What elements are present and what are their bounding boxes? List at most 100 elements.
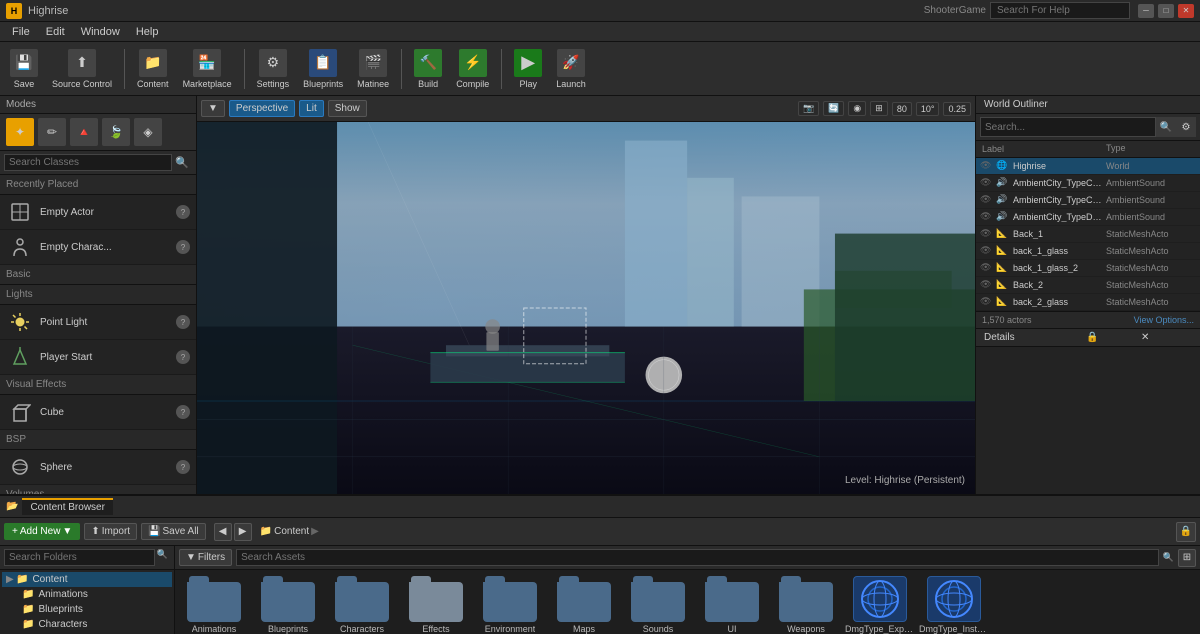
- filters-button[interactable]: ▼ Filters: [179, 549, 232, 566]
- tree-item-characters[interactable]: 📁 Characters: [2, 617, 172, 632]
- nav-forward-button[interactable]: ▶: [234, 523, 252, 541]
- cube-item[interactable]: Cube ?: [0, 395, 196, 430]
- outliner-row-back2glass[interactable]: 👁 📐 back_2_glass StaticMeshActo: [976, 294, 1200, 311]
- asset-environment[interactable]: Environment: [475, 574, 545, 634]
- tree-item-blueprints[interactable]: 📁 Blueprints: [2, 602, 172, 617]
- viewport[interactable]: X Y Z Level: Highrise (Persistent): [197, 122, 975, 494]
- visual-effects-section[interactable]: Visual Effects: [0, 375, 196, 395]
- menu-edit[interactable]: Edit: [38, 24, 73, 40]
- marketplace-button[interactable]: 🏪 Marketplace: [177, 46, 238, 92]
- recently-placed-section[interactable]: Recently Placed: [0, 175, 196, 195]
- asset-blueprints[interactable]: Blueprints: [253, 574, 323, 634]
- eye-icon[interactable]: 👁: [980, 160, 994, 172]
- perspective-button[interactable]: Perspective: [229, 100, 295, 117]
- vp-scale-control[interactable]: 0.25: [943, 102, 971, 116]
- player-start-info[interactable]: ?: [176, 350, 190, 364]
- minimize-button[interactable]: ─: [1138, 4, 1154, 18]
- assets-search-input[interactable]: [236, 549, 1159, 566]
- eye-icon[interactable]: 👁: [980, 194, 994, 206]
- eye-icon[interactable]: 👁: [980, 177, 994, 189]
- outliner-settings-icon[interactable]: ⚙: [1176, 117, 1196, 137]
- outliner-row-highrise[interactable]: 👁 🌐 Highrise World: [976, 158, 1200, 175]
- save-all-button[interactable]: 💾 Save All: [141, 523, 206, 540]
- outliner-row-back1glass2[interactable]: 👁 📐 back_1_glass_2 StaticMeshActo: [976, 260, 1200, 277]
- bsp-section[interactable]: BSP: [0, 430, 196, 450]
- tree-item-animations[interactable]: 📁 Animations: [2, 587, 172, 602]
- empty-actor-info[interactable]: ?: [176, 205, 190, 219]
- menu-file[interactable]: File: [4, 24, 38, 40]
- asset-dmgtype-instant[interactable]: DmgType_Instant: [919, 574, 989, 634]
- outliner-row-ambient1[interactable]: 👁 🔊 AmbientCity_TypeC_Stereo AmbientSoun…: [976, 175, 1200, 192]
- launch-button[interactable]: 🚀 Launch: [550, 46, 592, 92]
- foliage-mode-icon[interactable]: 🍃: [102, 118, 130, 146]
- volumes-section[interactable]: Volumes: [0, 485, 196, 494]
- asset-dmgtype-explosion[interactable]: DmgType_Explosion: [845, 574, 915, 634]
- outliner-search-input[interactable]: [980, 117, 1156, 137]
- compile-button[interactable]: ⚡ Compile: [450, 46, 495, 92]
- content-browser-tab[interactable]: Content Browser: [22, 498, 112, 515]
- import-button[interactable]: ⬆ Import: [84, 523, 137, 540]
- place-mode-icon[interactable]: ✦: [6, 118, 34, 146]
- point-light-info[interactable]: ?: [176, 315, 190, 329]
- eye-icon-6[interactable]: 👁: [980, 262, 994, 274]
- asset-animations[interactable]: Animations: [179, 574, 249, 634]
- vp-control-6[interactable]: 10°: [916, 102, 940, 116]
- eye-icon-7[interactable]: 👁: [980, 279, 994, 291]
- landscape-mode-icon[interactable]: 🔺: [70, 118, 98, 146]
- tree-item-content[interactable]: ▶ 📁 Content: [2, 572, 172, 587]
- basic-section[interactable]: Basic: [0, 265, 196, 285]
- eye-icon-5[interactable]: 👁: [980, 245, 994, 257]
- empty-character-item[interactable]: Empty Charac... ?: [0, 230, 196, 265]
- lights-section[interactable]: Lights: [0, 285, 196, 305]
- matinee-button[interactable]: 🎬 Matinee: [351, 46, 395, 92]
- source-control-button[interactable]: ⬆ Source Control: [46, 46, 118, 92]
- empty-character-info[interactable]: ?: [176, 240, 190, 254]
- maximize-button[interactable]: □: [1158, 4, 1174, 18]
- play-button[interactable]: ▶ Play: [508, 46, 548, 92]
- blueprints-button[interactable]: 📋 Blueprints: [297, 46, 349, 92]
- details-close-icon[interactable]: ✕: [1141, 332, 1192, 343]
- outliner-row-back2[interactable]: 👁 📐 Back_2 StaticMeshActo: [976, 277, 1200, 294]
- asset-characters[interactable]: Characters: [327, 574, 397, 634]
- show-button[interactable]: Show: [328, 100, 367, 117]
- menu-help[interactable]: Help: [128, 24, 167, 40]
- outliner-row-ambient2[interactable]: 👁 🔊 AmbientCity_TypeC_Stereo_{Amb... Amb…: [976, 192, 1200, 209]
- nav-back-button[interactable]: ◀: [214, 523, 232, 541]
- outliner-row-back1glass[interactable]: 👁 📐 back_1_glass StaticMeshActo: [976, 243, 1200, 260]
- search-folders-input[interactable]: [4, 549, 155, 566]
- assets-view-icon[interactable]: ⊞: [1178, 549, 1196, 567]
- asset-effects[interactable]: Effects: [401, 574, 471, 634]
- vp-control-3[interactable]: ◉: [848, 101, 866, 116]
- sphere-item[interactable]: Sphere ?: [0, 450, 196, 485]
- outliner-row-back1[interactable]: 👁 📐 Back_1 StaticMeshActo: [976, 226, 1200, 243]
- vp-control-1[interactable]: 📷: [798, 101, 819, 116]
- eye-icon-8[interactable]: 👁: [980, 296, 994, 308]
- save-button[interactable]: 💾 Save: [4, 46, 44, 92]
- viewport-menu-button[interactable]: ▼: [201, 100, 225, 117]
- eye-icon-4[interactable]: 👁: [980, 228, 994, 240]
- sphere-info[interactable]: ?: [176, 460, 190, 474]
- build-button[interactable]: 🔨 Build: [408, 46, 448, 92]
- cube-info[interactable]: ?: [176, 405, 190, 419]
- search-classes-input[interactable]: [4, 154, 172, 171]
- player-start-item[interactable]: Player Start ?: [0, 340, 196, 375]
- view-options-button[interactable]: View Options...: [1134, 315, 1194, 325]
- vp-control-5[interactable]: 80: [892, 102, 912, 116]
- menu-window[interactable]: Window: [73, 24, 128, 40]
- asset-ui[interactable]: UI: [697, 574, 767, 634]
- empty-actor-item[interactable]: Empty Actor ?: [0, 195, 196, 230]
- point-light-item[interactable]: Point Light ?: [0, 305, 196, 340]
- close-button[interactable]: ✕: [1178, 4, 1194, 18]
- breadcrumb-content[interactable]: Content: [274, 526, 309, 537]
- cb-lock-button[interactable]: 🔒: [1176, 522, 1196, 542]
- paint-mode-icon[interactable]: ✏: [38, 118, 66, 146]
- geometry-mode-icon[interactable]: ◈: [134, 118, 162, 146]
- outliner-row-ambient3[interactable]: 👁 🔊 AmbientCity_TypeD_Stereo_{Amb... Amb…: [976, 209, 1200, 226]
- vp-control-2[interactable]: 🔄: [823, 101, 844, 116]
- asset-sounds[interactable]: Sounds: [623, 574, 693, 634]
- asset-weapons[interactable]: Weapons: [771, 574, 841, 634]
- asset-maps[interactable]: Maps: [549, 574, 619, 634]
- details-lock-icon[interactable]: 🔒: [1086, 332, 1137, 343]
- add-new-button[interactable]: + Add New ▼: [4, 523, 80, 540]
- help-search-input[interactable]: [990, 2, 1130, 19]
